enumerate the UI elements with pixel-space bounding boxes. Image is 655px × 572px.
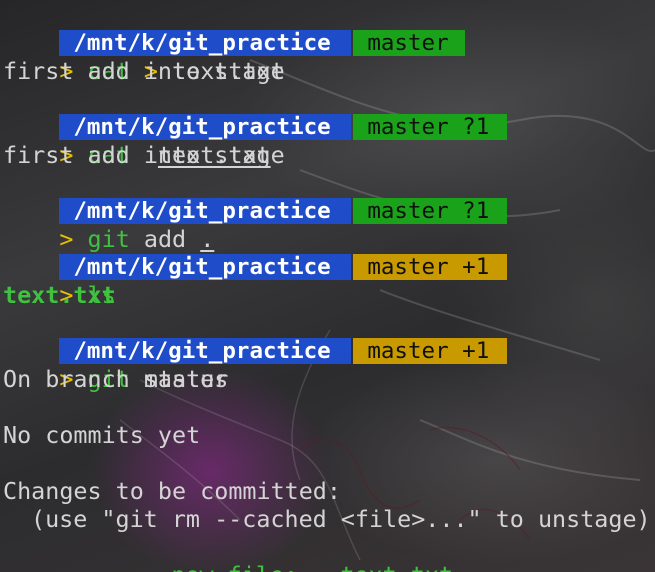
prompt-branch-segment: master [353, 30, 466, 56]
command-line: > ls [3, 253, 115, 309]
ls-output-file: text.txt [3, 281, 116, 309]
status-hint-line: (use "git rm --cached <file>..." to unst… [31, 505, 651, 533]
prompt-branch-segment: master +1 [353, 254, 508, 280]
command-line: > cat text.txt [3, 113, 270, 169]
command-line: > cat > text.txt [3, 29, 284, 85]
typed-input-line: first add into stage [3, 57, 285, 85]
prompt-line: /mnt/k/git_practice master [3, 1, 466, 56]
prompt-line: /mnt/k/git_practice master +1 [3, 225, 508, 280]
prompt-branch-segment: master +1 [353, 338, 508, 364]
prompt-line: /mnt/k/git_practice master +1 [3, 309, 508, 364]
command-line: > git add . [3, 197, 214, 253]
terminal-window[interactable]: /mnt/k/git_practice master > cat > text.t… [0, 0, 655, 572]
staged-file-label: new file: [171, 561, 298, 572]
prompt-branch-segment: master ?1 [353, 198, 508, 224]
status-branch-line: On branch master [3, 365, 229, 393]
prompt-branch-segment: master ?1 [353, 114, 508, 140]
prompt-line: /mnt/k/git_practice master ?1 [3, 169, 508, 224]
command-line: > git status [3, 337, 228, 393]
prompt-line: /mnt/k/git_practice master ?1 [3, 85, 508, 140]
status-staged-file-line: new file: text.txt [115, 533, 453, 572]
staged-file-name: text.txt [340, 561, 453, 572]
command-output: first add into stage [3, 141, 285, 169]
status-changes-header: Changes to be committed: [3, 477, 341, 505]
status-no-commits-line: No commits yet [3, 421, 201, 449]
